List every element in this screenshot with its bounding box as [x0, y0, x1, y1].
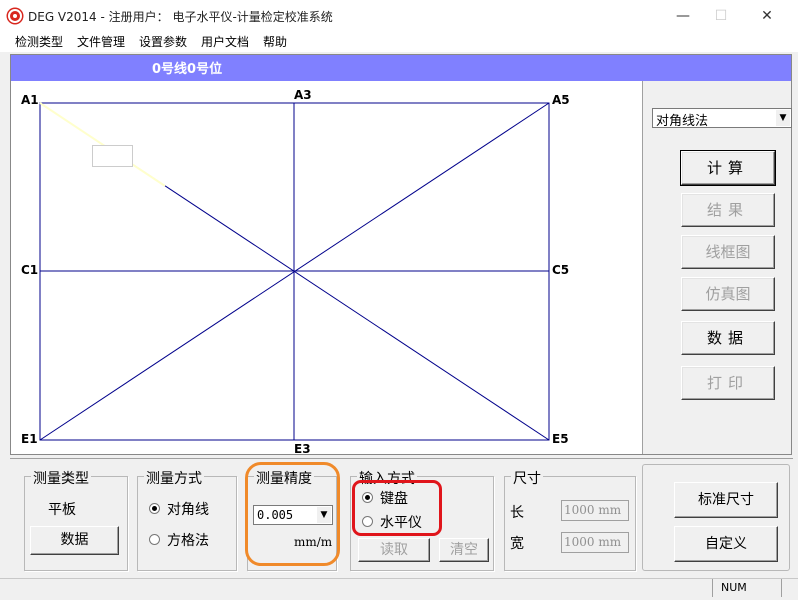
type-data-button[interactable]: 数据 [30, 526, 119, 555]
method-dropdown[interactable]: 对角线法 ▼ [652, 108, 792, 129]
standard-size-button[interactable]: 标准尺寸 [674, 482, 778, 518]
result-button[interactable]: 结果 [681, 193, 775, 227]
data-button[interactable]: 数据 [681, 321, 775, 355]
mode-grid-radio[interactable] [149, 534, 160, 545]
num-lock-indicator: NUM [712, 579, 782, 597]
point-label-e5: E5 [552, 432, 569, 446]
input-method-highlight [352, 480, 442, 536]
read-button[interactable]: 读取 [358, 538, 430, 562]
app-icon [8, 9, 22, 23]
point-label-e3: E3 [294, 442, 311, 456]
length-field[interactable]: 1000 mm [561, 500, 629, 521]
menu-file-manage[interactable]: 文件管理 [77, 33, 125, 50]
position-title: 0号线0号位 [152, 62, 223, 77]
mode-group: 测量方式 [137, 468, 237, 571]
menu-detect-type[interactable]: 检测类型 [15, 33, 63, 50]
point-label-c1: C1 [21, 263, 39, 277]
size-group: 尺寸 [504, 468, 636, 571]
menu-settings[interactable]: 设置参数 [139, 33, 187, 50]
maximize-button[interactable]: ☐ [698, 0, 744, 32]
type-group-title: 测量类型 [31, 468, 91, 488]
chevron-down-icon[interactable]: ▼ [776, 110, 790, 126]
mode-diagonal-label: 对角线 [167, 502, 209, 518]
size-group-title: 尺寸 [511, 468, 543, 488]
clear-button[interactable]: 清空 [439, 538, 489, 562]
method-dropdown-value: 对角线法 [656, 114, 709, 129]
menu-help[interactable]: 帮助 [263, 33, 287, 50]
type-group: 测量类型 [24, 468, 128, 571]
mode-diagonal-radio[interactable] [149, 503, 160, 514]
plate-diagram [39, 102, 550, 441]
point-label-c5: C5 [552, 263, 570, 277]
width-label: 宽 [510, 536, 524, 552]
close-button[interactable]: ✕ [744, 0, 790, 32]
precision-highlight [245, 462, 340, 566]
calc-button[interactable]: 计算 [680, 150, 776, 186]
simulate-button[interactable]: 仿真图 [681, 277, 775, 311]
point-label-a3: A3 [294, 88, 312, 102]
mode-group-title: 测量方式 [144, 468, 204, 488]
mode-grid-label: 方格法 [167, 533, 209, 549]
point-label-a1: A1 [21, 93, 39, 107]
print-button[interactable]: 打印 [681, 366, 775, 400]
point-label-a5: A5 [552, 93, 570, 107]
custom-size-button[interactable]: 自定义 [674, 526, 778, 562]
width-field[interactable]: 1000 mm [561, 532, 629, 553]
menu-user-docs[interactable]: 用户文档 [201, 33, 249, 50]
length-label: 长 [510, 505, 524, 521]
value-input[interactable] [92, 145, 133, 167]
header-bar [11, 55, 791, 81]
wireframe-button[interactable]: 线框图 [681, 235, 775, 269]
window-title: DEG V2014 - 注册用户： 电子水平仪-计量检定校准系统 [28, 10, 333, 24]
status-bar: NUM [0, 578, 798, 600]
type-value: 平板 [48, 502, 76, 518]
point-label-e1: E1 [21, 432, 38, 446]
measurement-canvas[interactable] [11, 81, 642, 454]
title-bar: DEG V2014 - 注册用户： 电子水平仪-计量检定校准系统 — ☐ ✕ [0, 0, 798, 32]
